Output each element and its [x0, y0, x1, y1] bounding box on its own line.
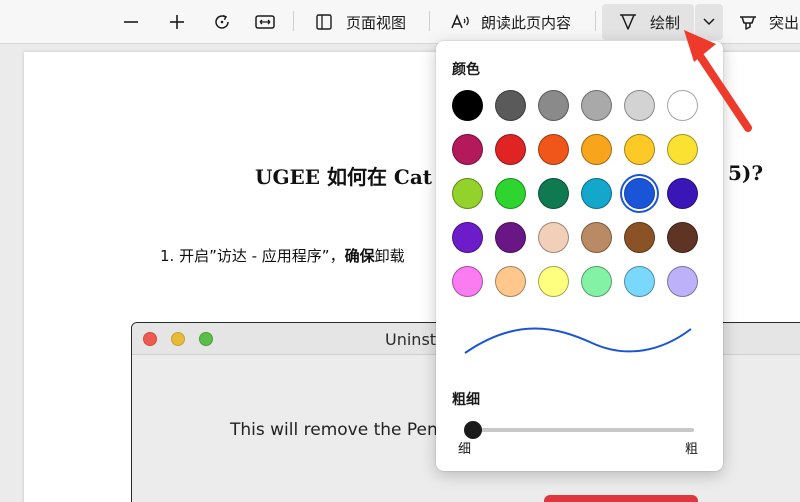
color-swatch[interactable] [581, 134, 612, 165]
minimize-light-icon [171, 332, 185, 346]
stroke-preview [464, 327, 692, 354]
color-swatch[interactable] [538, 266, 569, 297]
color-swatch[interactable] [495, 90, 526, 121]
toolbar-divider [429, 11, 430, 31]
color-swatch[interactable] [538, 178, 569, 209]
read-aloud-button[interactable]: 朗读此页内容 [449, 7, 571, 37]
thin-label: 细 [458, 442, 472, 457]
minus-icon [124, 21, 138, 23]
color-swatch[interactable] [581, 222, 612, 253]
color-swatch[interactable] [624, 178, 655, 209]
thickness-slider-thumb[interactable] [464, 421, 482, 439]
step-emphasis: 确保 [344, 247, 375, 265]
color-swatch[interactable] [667, 222, 698, 253]
color-swatch[interactable] [452, 222, 483, 253]
color-swatch[interactable] [667, 134, 698, 165]
color-swatch[interactable] [624, 222, 655, 253]
color-swatch[interactable] [538, 134, 569, 165]
read-aloud-icon [451, 14, 469, 29]
color-swatch[interactable] [495, 178, 526, 209]
color-swatch[interactable] [667, 178, 698, 209]
highlight-label: 突出 [769, 13, 800, 32]
plus-icon [170, 15, 184, 29]
rotate-button[interactable] [211, 7, 233, 37]
close-light-icon [143, 332, 157, 346]
color-swatch[interactable] [452, 134, 483, 165]
embedded-button [544, 495, 698, 502]
pen-icon [620, 14, 636, 30]
color-swatch[interactable] [495, 134, 526, 165]
maximize-light-icon [199, 332, 213, 346]
toolbar-divider [293, 11, 294, 31]
color-swatch[interactable] [452, 266, 483, 297]
color-swatch[interactable] [624, 90, 655, 121]
fit-width-button[interactable] [254, 7, 276, 37]
color-swatch[interactable] [667, 266, 698, 297]
color-swatch[interactable] [452, 90, 483, 121]
color-swatch[interactable] [581, 266, 612, 297]
page-view-button[interactable]: 页面视图 [313, 7, 406, 37]
document-title: UGEE 如何在 Cat [255, 165, 433, 189]
color-swatch[interactable] [624, 134, 655, 165]
color-swatch[interactable] [452, 178, 483, 209]
color-swatch[interactable] [538, 90, 569, 121]
color-swatch[interactable] [581, 178, 612, 209]
color-swatch[interactable] [624, 266, 655, 297]
page-view-icon [316, 14, 332, 30]
rotate-icon [215, 14, 229, 29]
color-heading: 颜色 [452, 62, 480, 78]
color-swatch[interactable] [538, 222, 569, 253]
embedded-message: This will remove the Pen [230, 420, 438, 440]
fit-width-icon [255, 15, 275, 29]
zoom-in-button[interactable] [167, 7, 187, 37]
color-swatch[interactable] [495, 266, 526, 297]
embedded-window-title: Uninst [385, 330, 437, 349]
document-title-tail: 5)? [728, 161, 764, 185]
color-swatch[interactable] [495, 222, 526, 253]
annotation-arrow [684, 30, 752, 132]
page-view-label: 页面视图 [346, 13, 407, 32]
toolbar-divider [595, 11, 596, 31]
document-step-1: 1. 开启”访达 - 应用程序”，确保卸载 [160, 247, 405, 265]
zoom-out-button[interactable] [121, 7, 141, 37]
thickness-slider[interactable] [464, 428, 694, 432]
thick-label: 粗 [685, 442, 699, 457]
thickness-heading: 粗细 [452, 392, 480, 408]
color-swatch[interactable] [581, 90, 612, 121]
read-aloud-label: 朗读此页内容 [481, 13, 572, 32]
